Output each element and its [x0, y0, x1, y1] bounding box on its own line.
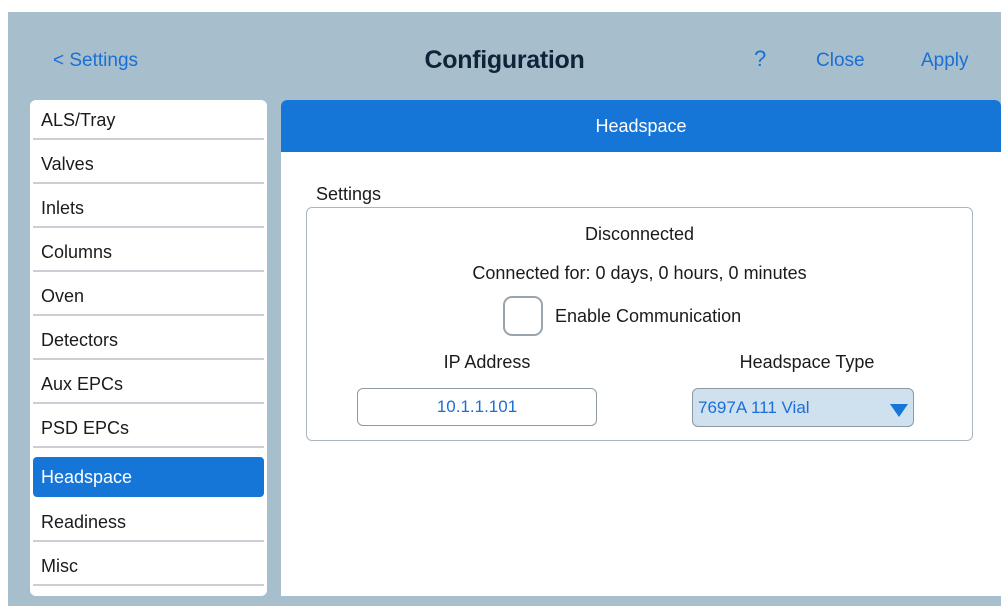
app-window: < Settings Configuration ? Close Apply A…	[8, 12, 1001, 606]
sidebar-item-misc[interactable]: Misc	[33, 546, 264, 586]
help-button[interactable]: ?	[754, 46, 766, 72]
sidebar-item-oven[interactable]: Oven	[33, 276, 264, 316]
headspace-panel: Headspace Settings Disconnected Connecte…	[281, 100, 1001, 596]
ip-address-label: IP Address	[443, 352, 531, 372]
ip-address-input[interactable]	[357, 388, 597, 426]
sidebar-item-readiness[interactable]: Readiness	[33, 502, 264, 542]
sidebar: ALS/Tray Valves Inlets Columns Oven Dete…	[30, 100, 267, 596]
sidebar-item-aux-epcs[interactable]: Aux EPCs	[33, 364, 264, 404]
panel-title: Headspace	[281, 100, 1001, 152]
headspace-type-label: Headspace Type	[739, 352, 875, 372]
connected-duration: Connected for: 0 days, 0 hours, 0 minute…	[472, 263, 807, 283]
dropdown-arrow-icon	[890, 404, 908, 417]
settings-group: Disconnected Connected for: 0 days, 0 ho…	[306, 207, 973, 441]
sidebar-item-valves[interactable]: Valves	[33, 144, 264, 184]
sidebar-item-psd-epcs[interactable]: PSD EPCs	[33, 408, 264, 448]
settings-section-label: Settings	[316, 184, 382, 204]
header-bar: < Settings Configuration ? Close Apply	[8, 12, 1001, 100]
apply-button[interactable]: Apply	[921, 50, 969, 72]
sidebar-item-columns[interactable]: Columns	[33, 232, 264, 272]
headspace-type-dropdown[interactable]: 7697A 111 Vial	[692, 388, 914, 427]
close-button[interactable]: Close	[816, 50, 865, 72]
sidebar-item-detectors[interactable]: Detectors	[33, 320, 264, 360]
enable-communication-checkbox[interactable]	[503, 296, 543, 336]
enable-communication-label[interactable]: Enable Communication	[555, 306, 741, 327]
sidebar-item-als-tray[interactable]: ALS/Tray	[33, 100, 264, 140]
headspace-type-value: 7697A 111 Vial	[698, 398, 810, 417]
sidebar-item-inlets[interactable]: Inlets	[33, 188, 264, 228]
connection-status: Disconnected	[584, 224, 695, 244]
sidebar-item-headspace[interactable]: Headspace	[33, 457, 264, 497]
